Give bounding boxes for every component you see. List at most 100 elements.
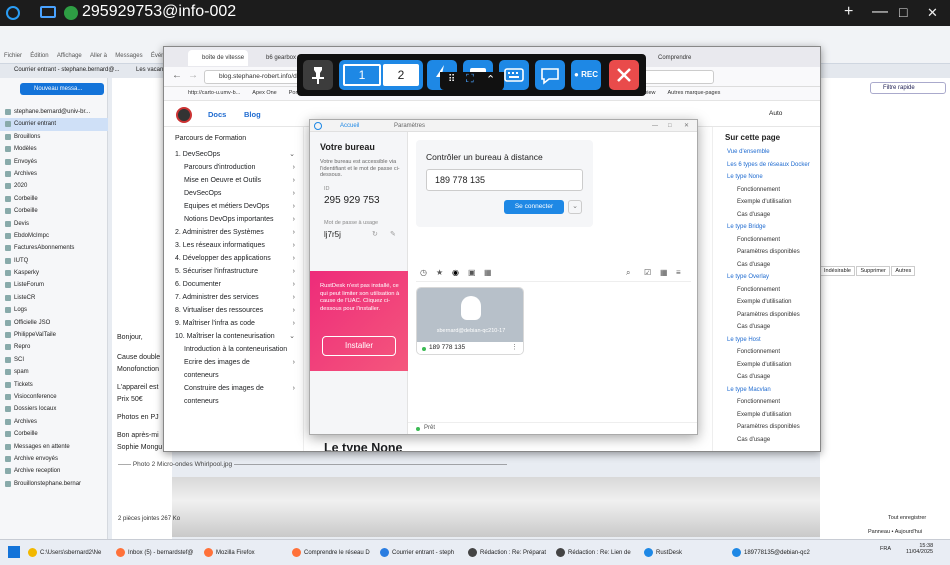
window-minimize-icon[interactable]: — (652, 120, 658, 132)
fullscreen-icon[interactable]: ⛶ (466, 73, 474, 86)
folder-item[interactable]: Envoyés (0, 156, 108, 168)
toc-item[interactable]: Exemple d'utilisation (713, 296, 820, 309)
remote-id-input[interactable]: 189 778 135 (426, 169, 583, 191)
sidebar-item[interactable]: Introduction à la conteneurisation (164, 343, 303, 356)
junk-button[interactable]: Indésirable (820, 266, 855, 276)
select-icon[interactable]: ☑ (644, 268, 651, 277)
toc-item[interactable]: Le type Bridge (713, 221, 820, 234)
peer-card[interactable]: sbernard@debian-qc210-17 189 778 135 ⋮ (416, 287, 524, 355)
toc-item[interactable]: Paramètres disponibles (713, 421, 820, 434)
folder-item[interactable]: Corbeille (0, 428, 108, 440)
folder-item[interactable]: Repro (0, 341, 108, 353)
language-indicator[interactable]: FRA (880, 546, 891, 552)
my-id-value[interactable]: 295 929 753 (324, 195, 380, 206)
folder-item[interactable]: Brouillons (0, 131, 108, 143)
chevron-icon[interactable]: › (293, 226, 295, 239)
folder-item[interactable]: stephane.bernard@univ-br... (0, 106, 108, 118)
chevron-icon[interactable]: › (293, 317, 295, 330)
toc-item[interactable]: Fonctionnement (713, 284, 820, 297)
sidebar-item[interactable]: 2. Administrer des Systèmes › (164, 226, 303, 239)
sidebar-item[interactable]: 9. Maîtriser l'infra as code › (164, 317, 303, 330)
toc-item[interactable]: Cas d'usage (713, 259, 820, 272)
start-icon[interactable] (8, 546, 20, 558)
toc-item[interactable]: Le type Host (713, 334, 820, 347)
chevron-icon[interactable]: › (293, 265, 295, 278)
folder-item[interactable]: Visioconference (0, 391, 108, 403)
folder-item[interactable]: spam (0, 366, 108, 378)
toc-item[interactable]: Cas d'usage (713, 371, 820, 384)
sidebar-item[interactable]: Mise en Oeuvre et Outils › (164, 174, 303, 187)
folder-item[interactable]: FacturesAbonnements (0, 242, 108, 254)
remote-desktop[interactable]: Fichier Édition Affichage Aller à Messag… (0, 26, 950, 565)
sidebar-item[interactable]: 1. DevSecOps ⌄ (164, 148, 303, 161)
folder-item[interactable]: Logs (0, 304, 108, 316)
chevron-icon[interactable]: › (293, 291, 295, 304)
sidebar-item[interactable]: 6. Documenter › (164, 278, 303, 291)
sidebar-item[interactable]: 10. Maîtriser la conteneurisation ⌄ (164, 330, 303, 343)
menu-file[interactable]: Fichier (4, 53, 22, 59)
chevron-icon[interactable]: › (293, 213, 295, 226)
tab-home[interactable]: Accueil (340, 120, 359, 132)
chevron-icon[interactable]: › (293, 161, 295, 174)
folder-item[interactable]: 2020 (0, 180, 108, 192)
toc-item[interactable]: Vue d'ensemble (713, 146, 820, 159)
sidebar-item[interactable]: conteneurs (164, 395, 303, 408)
chevron-icon[interactable]: › (293, 356, 295, 369)
chevron-icon[interactable]: › (293, 200, 295, 213)
taskbar-app[interactable]: Inbox (5) - bernardstef@ (116, 546, 200, 560)
recent-icon[interactable]: ◷ (420, 268, 427, 277)
edit-password-icon[interactable]: ✎ (390, 230, 396, 238)
folder-item[interactable]: IUTQ (0, 255, 108, 267)
folder-item[interactable]: Archives (0, 416, 108, 428)
chevron-icon[interactable]: ⌄ (289, 330, 295, 343)
save-all-button[interactable]: Tout enregistrer (888, 515, 926, 521)
chevron-icon[interactable]: › (293, 382, 295, 395)
toc-item[interactable]: Fonctionnement (713, 346, 820, 359)
sidebar-item[interactable]: conteneurs (164, 369, 303, 382)
install-button[interactable]: Installer (322, 336, 396, 356)
monitor-1-button[interactable]: 1 (343, 64, 381, 86)
more-button[interactable]: Autres (891, 266, 916, 276)
connect-options-chevron-icon[interactable]: ⌄ (568, 200, 582, 214)
taskbar-app[interactable]: Mozilla Firefox (204, 546, 288, 560)
tab-vacances[interactable]: Les vacan (136, 67, 163, 73)
address-book-icon[interactable]: ▣ (468, 268, 476, 277)
chevron-icon[interactable]: › (293, 252, 295, 265)
clock[interactable]: 15:38 11/04/2025 (906, 543, 933, 555)
nav-docs-link[interactable]: Docs (208, 110, 226, 119)
folder-item[interactable]: Kasperky (0, 267, 108, 279)
bookmark-item[interactable]: Autres marque-pages (668, 90, 721, 96)
record-button[interactable]: ● REC (571, 60, 601, 90)
quick-filter-button[interactable]: Filtre rapide (870, 82, 946, 94)
sidebar-item[interactable]: 8. Virtualiser des ressources › (164, 304, 303, 317)
folder-item[interactable]: Corbeille (0, 193, 108, 205)
folder-item[interactable]: ListeForum (0, 279, 108, 291)
taskbar-app[interactable]: Rédaction : Re: Lien de (556, 546, 640, 560)
folder-item[interactable]: Messages en attente (0, 441, 108, 453)
sidebar-item[interactable]: Construire des images de › (164, 382, 303, 395)
toc-item[interactable]: Cas d'usage (713, 434, 820, 447)
chevron-icon[interactable]: › (293, 174, 295, 187)
refresh-password-icon[interactable]: ↻ (372, 230, 378, 238)
taskbar-app[interactable]: RustDesk (644, 546, 728, 560)
toc-item[interactable]: Le type Macvlan (713, 384, 820, 397)
collapse-toolbar-icon[interactable]: ⌃ (486, 73, 495, 86)
forward-icon[interactable]: → (188, 70, 198, 81)
folder-item[interactable]: PhilippeValTaile (0, 329, 108, 341)
sidebar-item[interactable]: 7. Administrer des services › (164, 291, 303, 304)
sidebar-item[interactable]: Ecrire des images de › (164, 356, 303, 369)
site-logo-icon[interactable] (176, 107, 192, 123)
taskbar-app[interactable]: Courrier entrant - steph (380, 546, 464, 560)
toc-item[interactable]: Cas d'usage (713, 321, 820, 334)
back-icon[interactable]: ← (172, 70, 182, 81)
menu-edit[interactable]: Édition (30, 53, 48, 59)
bookmark-item[interactable]: Apex One (252, 90, 276, 96)
folder-item[interactable]: Archive envoyés (0, 453, 108, 465)
toc-item[interactable]: Exemple d'utilisation (713, 359, 820, 372)
nav-blog-link[interactable]: Blog (244, 110, 261, 119)
maximize-button[interactable]: □ (899, 4, 907, 20)
folder-item[interactable]: Officielle JSO (0, 317, 108, 329)
password-value[interactable]: lj7r5j (324, 230, 341, 239)
toc-item[interactable]: Les 6 types de réseaux Docker (713, 159, 820, 172)
toc-item[interactable]: Paramètres disponibles (713, 246, 820, 259)
